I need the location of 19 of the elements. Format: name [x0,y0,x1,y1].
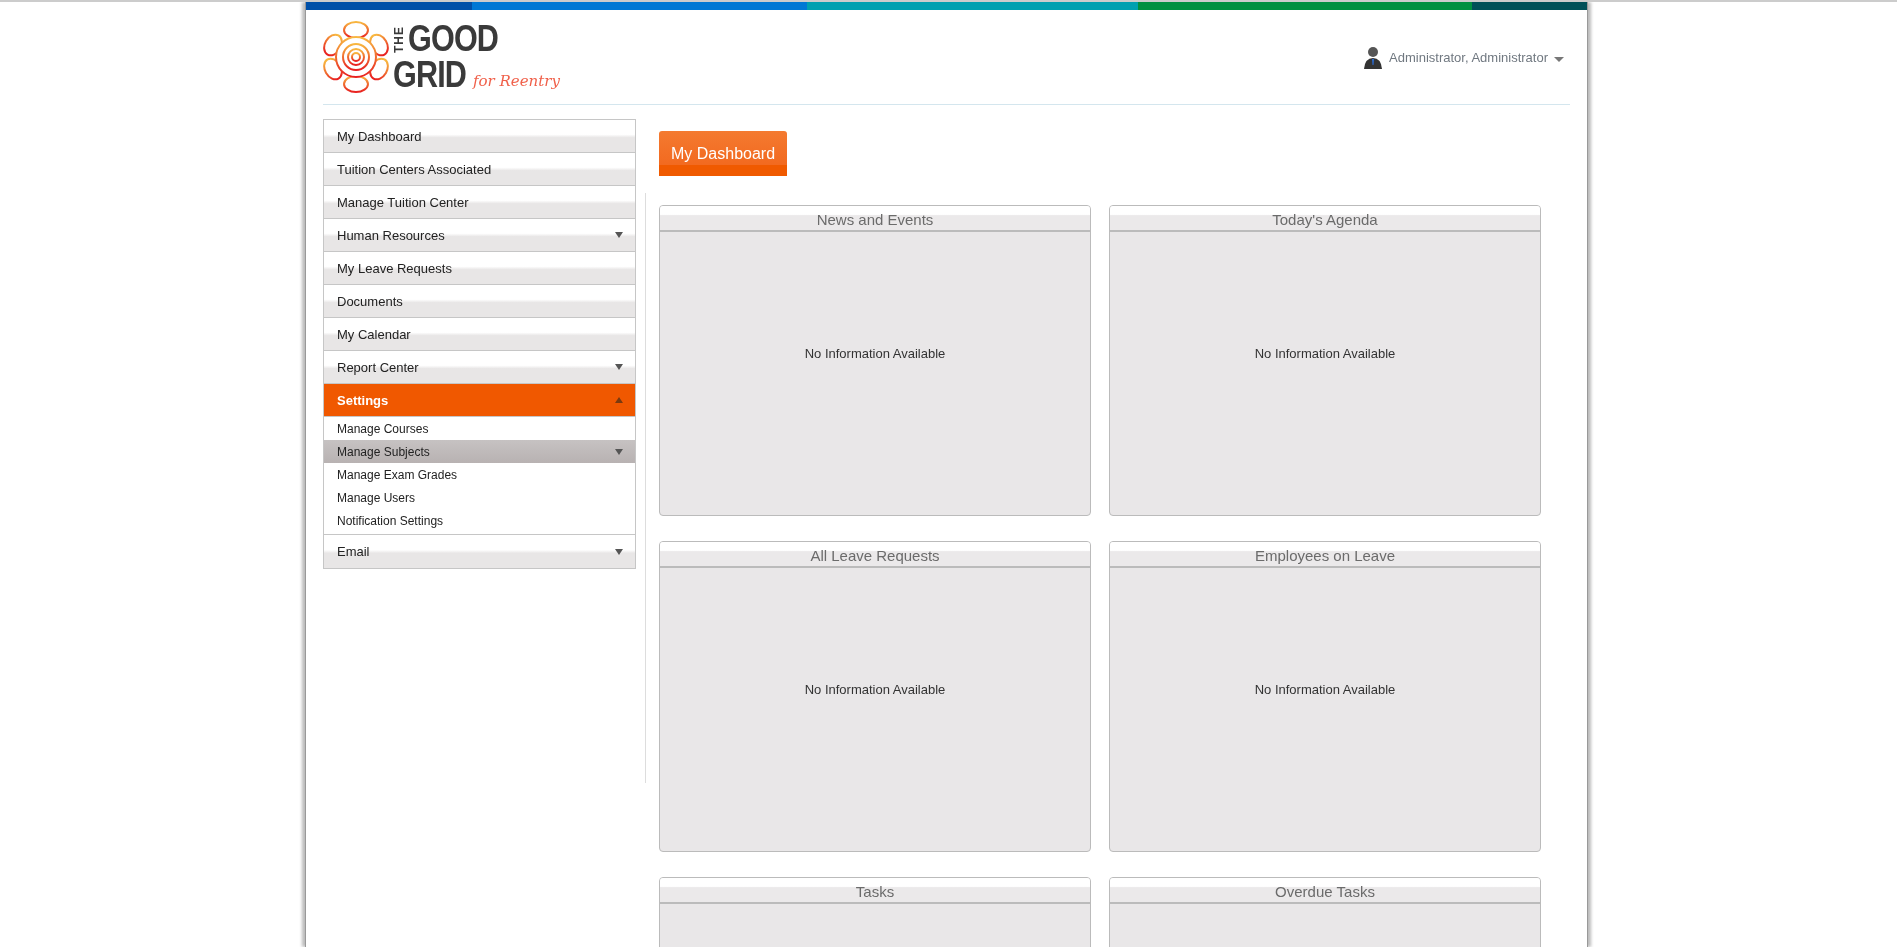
empty-message: No Information Available [1254,346,1396,363]
user-menu-link[interactable]: Administrator, Administrator [1389,49,1548,65]
logo-text: GRID [393,57,467,93]
caret-icon [1554,56,1564,62]
empty-message: No Information Available [804,682,946,699]
flower-logo-icon [323,21,389,93]
logo-text: THE [393,25,406,53]
panel-title: Overdue Tasks [1110,878,1540,904]
panel-title: Employees on Leave [1110,542,1540,568]
panel-title: All Leave Requests [660,542,1090,568]
logo-tagline: for Reentry [473,74,560,89]
submenu-item[interactable]: Manage Subjects [324,440,635,463]
panel-title: Tasks [660,878,1090,904]
panel-title: News and Events [660,206,1090,232]
user-avatar-icon [1363,45,1384,69]
panel-title: Today's Agenda [1110,206,1540,232]
logo-text: GOOD [408,21,499,57]
empty-message: No Information Available [1254,682,1396,699]
empty-message: No Information Available [804,346,946,363]
